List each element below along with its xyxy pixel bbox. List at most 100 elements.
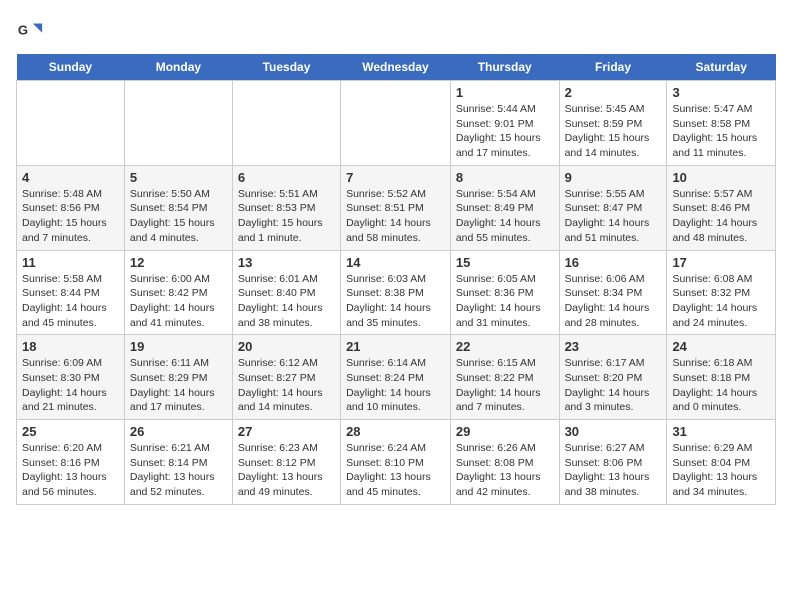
cell-info: Sunrise: 5:51 AM Sunset: 8:53 PM Dayligh… xyxy=(238,187,335,246)
header: G xyxy=(16,16,776,44)
day-header-monday: Monday xyxy=(124,54,232,81)
cell-info: Sunrise: 6:11 AM Sunset: 8:29 PM Dayligh… xyxy=(130,356,227,415)
cell-info: Sunrise: 6:12 AM Sunset: 8:27 PM Dayligh… xyxy=(238,356,335,415)
calendar-cell: 18 Sunrise: 6:09 AM Sunset: 8:30 PM Dayli… xyxy=(17,335,125,420)
date-number: 14 xyxy=(346,255,445,270)
cell-info: Sunrise: 5:45 AM Sunset: 8:59 PM Dayligh… xyxy=(565,102,662,161)
cell-info: Sunrise: 5:48 AM Sunset: 8:56 PM Dayligh… xyxy=(22,187,119,246)
date-number: 6 xyxy=(238,170,335,185)
day-header-saturday: Saturday xyxy=(667,54,776,81)
cell-info: Sunrise: 5:52 AM Sunset: 8:51 PM Dayligh… xyxy=(346,187,445,246)
calendar-cell: 1 Sunrise: 5:44 AM Sunset: 9:01 PM Daylig… xyxy=(450,81,559,166)
day-header-wednesday: Wednesday xyxy=(341,54,451,81)
cell-info: Sunrise: 6:17 AM Sunset: 8:20 PM Dayligh… xyxy=(565,356,662,415)
cell-info: Sunrise: 6:29 AM Sunset: 8:04 PM Dayligh… xyxy=(672,441,770,500)
cell-info: Sunrise: 6:21 AM Sunset: 8:14 PM Dayligh… xyxy=(130,441,227,500)
calendar-cell: 13 Sunrise: 6:01 AM Sunset: 8:40 PM Dayli… xyxy=(232,250,340,335)
date-number: 8 xyxy=(456,170,554,185)
cell-info: Sunrise: 5:58 AM Sunset: 8:44 PM Dayligh… xyxy=(22,272,119,331)
calendar-cell: 20Sunrise: 6:12 AM Sunset: 8:27 PM Dayli… xyxy=(232,335,340,420)
date-number: 26 xyxy=(130,424,227,439)
calendar-cell: 5 Sunrise: 5:50 AM Sunset: 8:54 PM Daylig… xyxy=(124,165,232,250)
calendar-cell: 4Sunrise: 5:48 AM Sunset: 8:56 PM Daylig… xyxy=(17,165,125,250)
cell-info: Sunrise: 5:47 AM Sunset: 8:58 PM Dayligh… xyxy=(672,102,770,161)
calendar-cell: 16 Sunrise: 6:06 AM Sunset: 8:34 PM Dayli… xyxy=(559,250,667,335)
cell-info: Sunrise: 6:23 AM Sunset: 8:12 PM Dayligh… xyxy=(238,441,335,500)
calendar-cell: 3 Sunrise: 5:47 AM Sunset: 8:58 PM Daylig… xyxy=(667,81,776,166)
date-number: 11 xyxy=(22,255,119,270)
calendar-cell: 21Sunrise: 6:14 AM Sunset: 8:24 PM Dayli… xyxy=(341,335,451,420)
calendar-cell: 31 Sunrise: 6:29 AM Sunset: 8:04 PM Dayli… xyxy=(667,420,776,505)
calendar-cell: 17Sunrise: 6:08 AM Sunset: 8:32 PM Dayli… xyxy=(667,250,776,335)
calendar-cell xyxy=(341,81,451,166)
cell-info: Sunrise: 6:01 AM Sunset: 8:40 PM Dayligh… xyxy=(238,272,335,331)
cell-info: Sunrise: 6:00 AM Sunset: 8:42 PM Dayligh… xyxy=(130,272,227,331)
logo-icon: G xyxy=(16,16,44,44)
date-number: 7 xyxy=(346,170,445,185)
calendar-cell: 27 Sunrise: 6:23 AM Sunset: 8:12 PM Dayli… xyxy=(232,420,340,505)
calendar-table: SundayMondayTuesdayWednesdayThursdayFrid… xyxy=(16,54,776,505)
day-header-tuesday: Tuesday xyxy=(232,54,340,81)
day-header-thursday: Thursday xyxy=(450,54,559,81)
calendar-cell: 26 Sunrise: 6:21 AM Sunset: 8:14 PM Dayli… xyxy=(124,420,232,505)
calendar-cell: 6 Sunrise: 5:51 AM Sunset: 8:53 PM Daylig… xyxy=(232,165,340,250)
date-number: 5 xyxy=(130,170,227,185)
date-number: 1 xyxy=(456,85,554,100)
cell-info: Sunrise: 6:05 AM Sunset: 8:36 PM Dayligh… xyxy=(456,272,554,331)
cell-info: Sunrise: 6:15 AM Sunset: 8:22 PM Dayligh… xyxy=(456,356,554,415)
cell-info: Sunrise: 5:44 AM Sunset: 9:01 PM Dayligh… xyxy=(456,102,554,161)
cell-info: Sunrise: 6:08 AM Sunset: 8:32 PM Dayligh… xyxy=(672,272,770,331)
calendar-cell: 30 Sunrise: 6:27 AM Sunset: 8:06 PM Dayli… xyxy=(559,420,667,505)
cell-info: Sunrise: 6:20 AM Sunset: 8:16 PM Dayligh… xyxy=(22,441,119,500)
cell-info: Sunrise: 6:26 AM Sunset: 8:08 PM Dayligh… xyxy=(456,441,554,500)
svg-text:G: G xyxy=(18,23,28,38)
calendar-cell: 24 Sunrise: 6:18 AM Sunset: 8:18 PM Dayli… xyxy=(667,335,776,420)
date-number: 30 xyxy=(565,424,662,439)
calendar-cell: 14 Sunrise: 6:03 AM Sunset: 8:38 PM Dayli… xyxy=(341,250,451,335)
calendar-cell: 8Sunrise: 5:54 AM Sunset: 8:49 PM Daylig… xyxy=(450,165,559,250)
calendar-cell: 19 Sunrise: 6:11 AM Sunset: 8:29 PM Dayli… xyxy=(124,335,232,420)
date-number: 18 xyxy=(22,339,119,354)
cell-info: Sunrise: 6:18 AM Sunset: 8:18 PM Dayligh… xyxy=(672,356,770,415)
cell-info: Sunrise: 6:27 AM Sunset: 8:06 PM Dayligh… xyxy=(565,441,662,500)
date-number: 29 xyxy=(456,424,554,439)
calendar-cell: 23 Sunrise: 6:17 AM Sunset: 8:20 PM Dayli… xyxy=(559,335,667,420)
cell-info: Sunrise: 6:03 AM Sunset: 8:38 PM Dayligh… xyxy=(346,272,445,331)
calendar-cell: 2 Sunrise: 5:45 AM Sunset: 8:59 PM Daylig… xyxy=(559,81,667,166)
date-number: 9 xyxy=(565,170,662,185)
date-number: 22 xyxy=(456,339,554,354)
date-number: 16 xyxy=(565,255,662,270)
cell-info: Sunrise: 6:24 AM Sunset: 8:10 PM Dayligh… xyxy=(346,441,445,500)
date-number: 12 xyxy=(130,255,227,270)
calendar-cell: 12 Sunrise: 6:00 AM Sunset: 8:42 PM Dayli… xyxy=(124,250,232,335)
calendar-cell: 7 Sunrise: 5:52 AM Sunset: 8:51 PM Daylig… xyxy=(341,165,451,250)
date-number: 23 xyxy=(565,339,662,354)
date-number: 15 xyxy=(456,255,554,270)
cell-info: Sunrise: 5:50 AM Sunset: 8:54 PM Dayligh… xyxy=(130,187,227,246)
cell-info: Sunrise: 5:57 AM Sunset: 8:46 PM Dayligh… xyxy=(672,187,770,246)
date-number: 27 xyxy=(238,424,335,439)
date-number: 10 xyxy=(672,170,770,185)
cell-info: Sunrise: 6:09 AM Sunset: 8:30 PM Dayligh… xyxy=(22,356,119,415)
cell-info: Sunrise: 5:55 AM Sunset: 8:47 PM Dayligh… xyxy=(565,187,662,246)
date-number: 28 xyxy=(346,424,445,439)
date-number: 24 xyxy=(672,339,770,354)
cell-info: Sunrise: 6:14 AM Sunset: 8:24 PM Dayligh… xyxy=(346,356,445,415)
calendar-cell: 25 Sunrise: 6:20 AM Sunset: 8:16 PM Dayli… xyxy=(17,420,125,505)
date-number: 19 xyxy=(130,339,227,354)
date-number: 2 xyxy=(565,85,662,100)
calendar-cell: 28 Sunrise: 6:24 AM Sunset: 8:10 PM Dayli… xyxy=(341,420,451,505)
calendar-cell: 9 Sunrise: 5:55 AM Sunset: 8:47 PM Daylig… xyxy=(559,165,667,250)
calendar-cell: 29 Sunrise: 6:26 AM Sunset: 8:08 PM Dayli… xyxy=(450,420,559,505)
date-number: 13 xyxy=(238,255,335,270)
calendar-cell: 22 Sunrise: 6:15 AM Sunset: 8:22 PM Dayli… xyxy=(450,335,559,420)
date-number: 31 xyxy=(672,424,770,439)
cell-info: Sunrise: 6:06 AM Sunset: 8:34 PM Dayligh… xyxy=(565,272,662,331)
calendar-cell xyxy=(232,81,340,166)
calendar-cell: 15 Sunrise: 6:05 AM Sunset: 8:36 PM Dayli… xyxy=(450,250,559,335)
calendar-cell xyxy=(17,81,125,166)
day-header-friday: Friday xyxy=(559,54,667,81)
date-number: 25 xyxy=(22,424,119,439)
date-number: 3 xyxy=(672,85,770,100)
calendar-cell xyxy=(124,81,232,166)
